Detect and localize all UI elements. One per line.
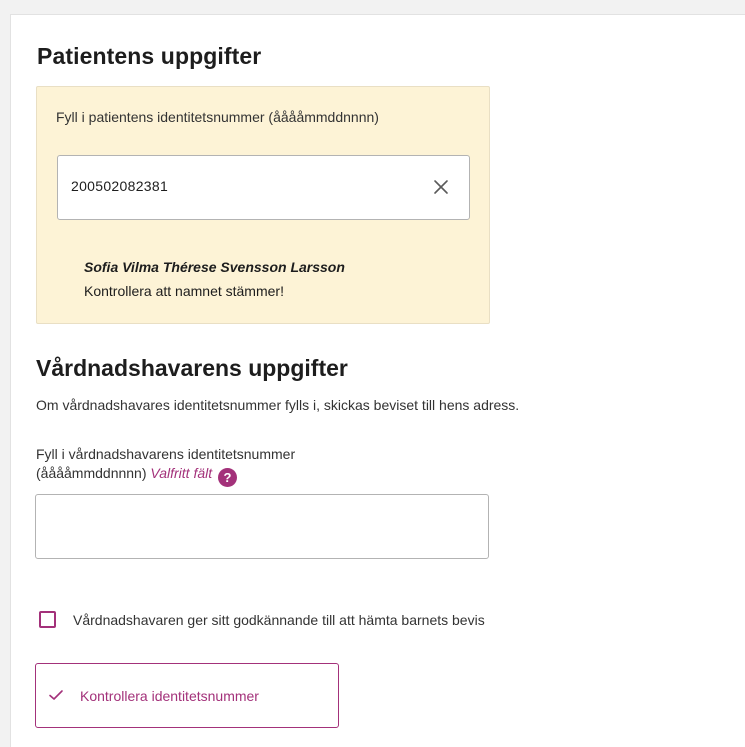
question-mark-icon[interactable]: ? [218, 468, 238, 487]
patient-id-panel: Fyll i patientens identitetsnummer (åååå… [36, 86, 490, 324]
patient-heading: Patientens uppgifter [37, 43, 262, 69]
patient-id-input[interactable]: 200502082381 [57, 155, 470, 220]
patient-name: Sofia Vilma Thérese Svensson Larsson [84, 259, 345, 275]
guardian-id-input[interactable] [35, 494, 489, 559]
verify-id-button[interactable]: Kontrollera identitetsnummer [35, 663, 339, 728]
guardian-consent-label: Vårdnadshavaren ger sitt godkännande til… [73, 612, 485, 628]
optional-field-label: Valfritt fält [150, 465, 213, 481]
guardian-description: Om vårdnadshavares identitetsnummer fyll… [36, 397, 520, 413]
close-icon[interactable] [431, 177, 451, 197]
form-card: Patientens uppgifter Fyll i patientens i… [10, 14, 745, 747]
page: Patientens uppgifter Fyll i patientens i… [0, 0, 745, 747]
guardian-heading: Vårdnadshavarens uppgifter [36, 355, 348, 381]
patient-name-hint: Kontrollera att namnet stämmer! [84, 283, 284, 299]
guardian-id-label: Fyll i vårdnadshavarens identitetsnummer… [36, 445, 456, 487]
patient-id-value: 200502082381 [71, 178, 169, 194]
patient-id-label: Fyll i patientens identitetsnummer (åååå… [56, 109, 379, 125]
guardian-id-label-line2: (ååååmmddnnnn) [36, 465, 147, 481]
guardian-id-label-line1: Fyll i vårdnadshavarens identitetsnummer [36, 446, 296, 462]
checkmark-icon [48, 688, 64, 702]
guardian-consent-checkbox[interactable] [39, 611, 56, 628]
verify-id-label: Kontrollera identitetsnummer [80, 688, 259, 704]
